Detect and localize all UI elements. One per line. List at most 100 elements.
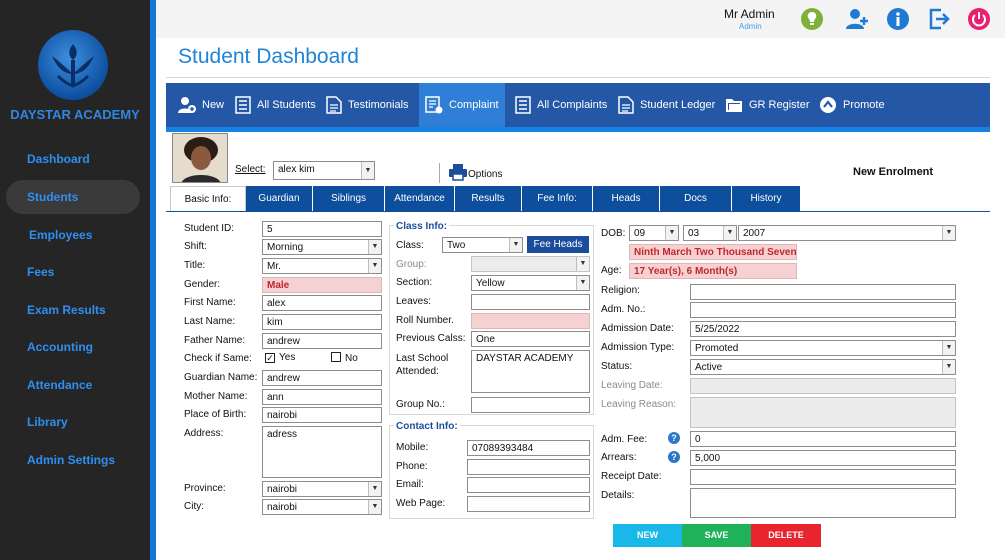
power-icon[interactable]	[967, 7, 991, 31]
leaves-field[interactable]	[471, 294, 590, 310]
chevron-down-icon[interactable]: ▼	[368, 500, 381, 514]
web-page-field[interactable]	[467, 496, 590, 512]
lightbulb-icon[interactable]	[800, 7, 824, 31]
chevron-down-icon[interactable]: ▼	[665, 226, 678, 240]
receipt-date-field[interactable]	[690, 469, 956, 485]
printer-icon[interactable]	[448, 163, 468, 181]
religion-field[interactable]	[690, 284, 956, 300]
toolbar-promote-button[interactable]: Promote	[813, 83, 891, 127]
chevron-down-icon[interactable]: ▼	[576, 257, 589, 271]
tab-heads[interactable]: Heads	[593, 186, 660, 212]
province-select[interactable]: nairobi ▼	[262, 481, 382, 497]
chevron-down-icon[interactable]: ▼	[368, 259, 381, 273]
admission-date-field[interactable]: 5/25/2022	[690, 321, 956, 337]
toolbar-testimonials-button[interactable]: Testimonials	[320, 83, 415, 127]
details-field[interactable]	[690, 488, 956, 518]
previous-class-field[interactable]: One	[471, 331, 590, 347]
toolbar-all-complaints-button[interactable]: All Complaints	[509, 83, 613, 127]
email-field[interactable]	[467, 477, 590, 493]
logout-icon[interactable]	[927, 7, 951, 31]
tab-docs[interactable]: Docs	[660, 186, 732, 212]
chevron-down-icon[interactable]: ▼	[576, 276, 589, 290]
chevron-down-icon[interactable]: ▼	[509, 238, 522, 252]
nav-library[interactable]: Library	[6, 405, 140, 439]
admission-type-select[interactable]: Promoted ▼	[690, 340, 956, 356]
checkmark-icon[interactable]: ✓	[265, 353, 275, 363]
father-name-field[interactable]: andrew	[262, 333, 382, 349]
nav-students[interactable]: Students	[6, 180, 140, 214]
roll-number-field[interactable]	[471, 313, 590, 329]
nav-dashboard[interactable]: Dashboard	[6, 142, 140, 176]
adm-fee-field[interactable]: 0	[690, 431, 956, 447]
toolbar-new-button[interactable]: New	[172, 83, 230, 127]
mother-name-field[interactable]: ann	[262, 389, 382, 405]
place-of-birth-field[interactable]: nairobi	[262, 407, 382, 423]
toolbar-student-ledger-button[interactable]: Student Ledger	[612, 83, 721, 127]
tab-attendance[interactable]: Attendance	[385, 186, 455, 212]
options-button[interactable]: Options	[468, 169, 502, 180]
tab-basic-info[interactable]: Basic Info:	[170, 186, 246, 212]
status-select[interactable]: Active ▼	[690, 359, 956, 375]
add-user-icon[interactable]	[845, 7, 869, 31]
student-photo[interactable]	[172, 133, 228, 183]
same-no-checkbox[interactable]: No	[331, 352, 358, 364]
adm-no-field[interactable]	[690, 302, 956, 318]
tab-history[interactable]: History	[732, 186, 801, 212]
tab-guardian[interactable]: Guardian	[246, 186, 313, 212]
leaving-reason-field[interactable]	[690, 397, 956, 428]
student-select[interactable]: alex kim ▼	[273, 161, 375, 180]
nav-admin-settings[interactable]: Admin Settings	[6, 443, 140, 477]
chevron-down-icon[interactable]: ▼	[942, 360, 955, 374]
gender-field[interactable]: Male	[262, 277, 382, 293]
dob-day-select[interactable]: 09 ▼	[629, 225, 679, 241]
tab-results[interactable]: Results	[455, 186, 522, 212]
student-id-field[interactable]: 5	[262, 221, 382, 237]
title-select[interactable]: Mr. ▼	[262, 258, 382, 274]
group-no-field[interactable]	[471, 397, 590, 413]
nav-fees[interactable]: Fees	[6, 255, 140, 289]
info-icon[interactable]	[886, 7, 910, 31]
adm-fee-help-icon[interactable]: ?	[668, 432, 680, 444]
empty-checkbox-icon[interactable]	[331, 352, 341, 362]
toolbar-gr-register-button[interactable]: GR Register	[719, 83, 816, 127]
age-label: Age:	[601, 265, 622, 276]
tab-siblings[interactable]: Siblings	[313, 186, 385, 212]
chevron-down-icon[interactable]: ▼	[723, 226, 736, 240]
section-select[interactable]: Yellow ▼	[471, 275, 590, 291]
mobile-field[interactable]: 07089393484	[467, 440, 590, 456]
last-name-field[interactable]: kim	[262, 314, 382, 330]
last-school-field[interactable]: DAYSTAR ACADEMY	[471, 350, 590, 393]
city-select[interactable]: nairobi ▼	[262, 499, 382, 515]
shift-select[interactable]: Morning ▼	[262, 239, 382, 255]
chevron-down-icon[interactable]: ▼	[942, 341, 955, 355]
nav-exam-results[interactable]: Exam Results	[6, 293, 140, 327]
arrears-field[interactable]: 5,000	[690, 450, 956, 466]
first-name-field[interactable]: alex	[262, 295, 382, 311]
delete-button[interactable]: DELETE	[751, 524, 821, 547]
toolbar-complaint-button[interactable]: Complaint	[419, 83, 505, 127]
dob-year-select[interactable]: 2007 ▼	[738, 225, 956, 241]
chevron-down-icon[interactable]: ▼	[368, 482, 381, 496]
dob-month-select[interactable]: 03 ▼	[683, 225, 737, 241]
new-button[interactable]: NEW	[613, 524, 682, 547]
leaving-date-field[interactable]	[690, 378, 956, 394]
toolbar-all-students-button[interactable]: All Students	[229, 83, 322, 127]
tab-fee-info[interactable]: Fee Info:	[522, 186, 593, 212]
arrears-help-icon[interactable]: ?	[668, 451, 680, 463]
phone-field[interactable]	[467, 459, 590, 475]
chevron-down-icon[interactable]: ▼	[361, 162, 374, 179]
address-field[interactable]: adress	[262, 426, 382, 478]
nav-attendance[interactable]: Attendance	[6, 368, 140, 402]
group-select[interactable]: ▼	[471, 256, 590, 272]
new-enrolment-label[interactable]: New Enrolment	[853, 166, 933, 178]
class-select[interactable]: Two ▼	[442, 237, 523, 253]
nav-accounting[interactable]: Accounting	[6, 330, 140, 364]
group-no-label: Group No.:	[396, 399, 445, 410]
same-yes-checkbox[interactable]: ✓ Yes	[265, 352, 295, 363]
nav-employees[interactable]: Employees	[6, 218, 140, 252]
fee-heads-button[interactable]: Fee Heads	[527, 236, 589, 253]
save-button[interactable]: SAVE	[682, 524, 751, 547]
chevron-down-icon[interactable]: ▼	[942, 226, 955, 240]
chevron-down-icon[interactable]: ▼	[368, 240, 381, 254]
guardian-name-field[interactable]: andrew	[262, 370, 382, 386]
